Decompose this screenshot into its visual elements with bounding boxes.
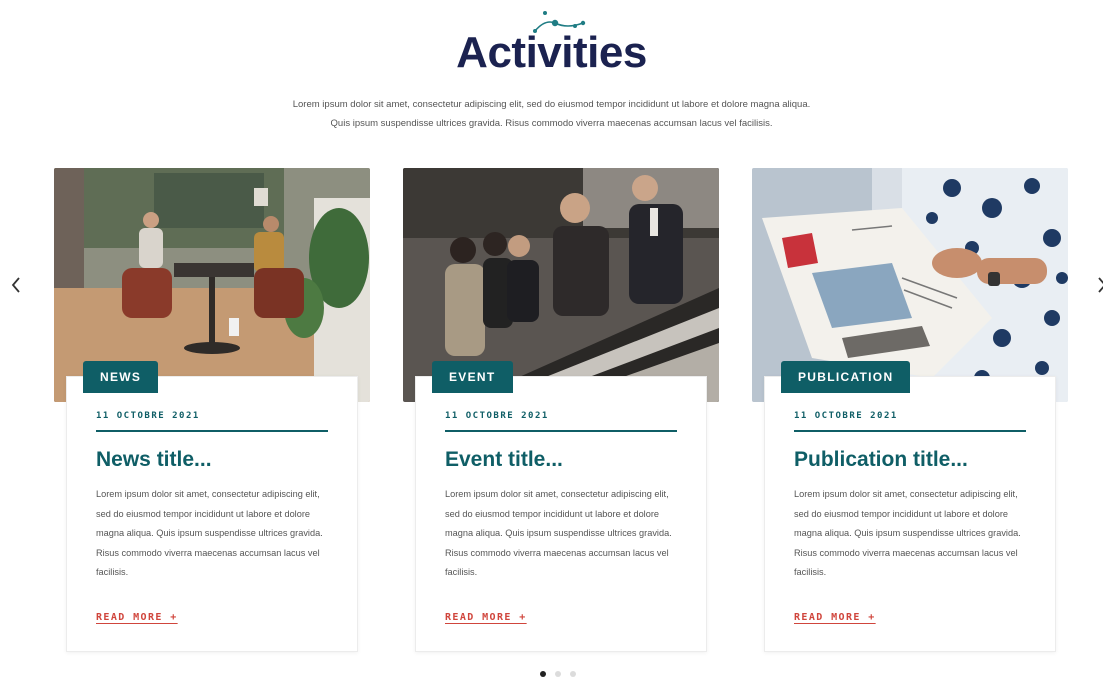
intro-text: Lorem ipsum dolor sit amet, consectetur … (220, 95, 883, 133)
category-badge: PUBLICATION (781, 361, 911, 393)
activity-card-publication: PUBLICATION 11 OCTOBRE 2021 Publication … (752, 168, 1068, 654)
carousel-next-button[interactable] (1093, 272, 1103, 298)
read-more-link[interactable]: READ MORE + (445, 612, 527, 623)
carousel-pagination (540, 671, 576, 677)
category-badge: EVENT (432, 361, 513, 393)
pagination-dot-1[interactable] (540, 671, 546, 677)
intro-line: Lorem ipsum dolor sit amet, consectetur … (292, 99, 811, 110)
chevron-left-icon (11, 277, 20, 293)
activities-section: Activities Lorem ipsum dolor sit amet, c… (0, 0, 1103, 679)
read-more-link[interactable]: READ MORE + (96, 612, 178, 623)
divider (445, 430, 677, 432)
card-excerpt: Lorem ipsum dolor sit amet, consectetur … (96, 489, 323, 577)
card-title[interactable]: News title... (96, 448, 336, 472)
pagination-dot-3[interactable] (570, 671, 576, 677)
read-more-link[interactable]: READ MORE + (794, 612, 876, 623)
card-date: 11 OCTOBRE 2021 (445, 411, 549, 421)
page-title: Activities (456, 28, 647, 77)
card-title[interactable]: Publication title... (794, 448, 1034, 472)
divider (794, 430, 1026, 432)
category-badge: NEWS (83, 361, 159, 393)
card-date: 11 OCTOBRE 2021 (794, 411, 898, 421)
activity-card-event: EVENT 11 OCTOBRE 2021 Event title... Lor… (403, 168, 719, 654)
card-excerpt: Lorem ipsum dolor sit amet, consectetur … (794, 489, 1021, 577)
card-date: 11 OCTOBRE 2021 (96, 411, 200, 421)
divider (96, 430, 328, 432)
pagination-dot-2[interactable] (555, 671, 561, 677)
carousel-prev-button[interactable] (8, 272, 24, 298)
card-excerpt: Lorem ipsum dolor sit amet, consectetur … (445, 489, 672, 577)
intro-line: Quis ipsum suspendisse ultrices gravida.… (330, 118, 773, 129)
chevron-right-icon (1098, 277, 1103, 293)
card-title[interactable]: Event title... (445, 448, 685, 472)
activity-card-news: NEWS 11 OCTOBRE 2021 News title... Lorem… (54, 168, 370, 654)
